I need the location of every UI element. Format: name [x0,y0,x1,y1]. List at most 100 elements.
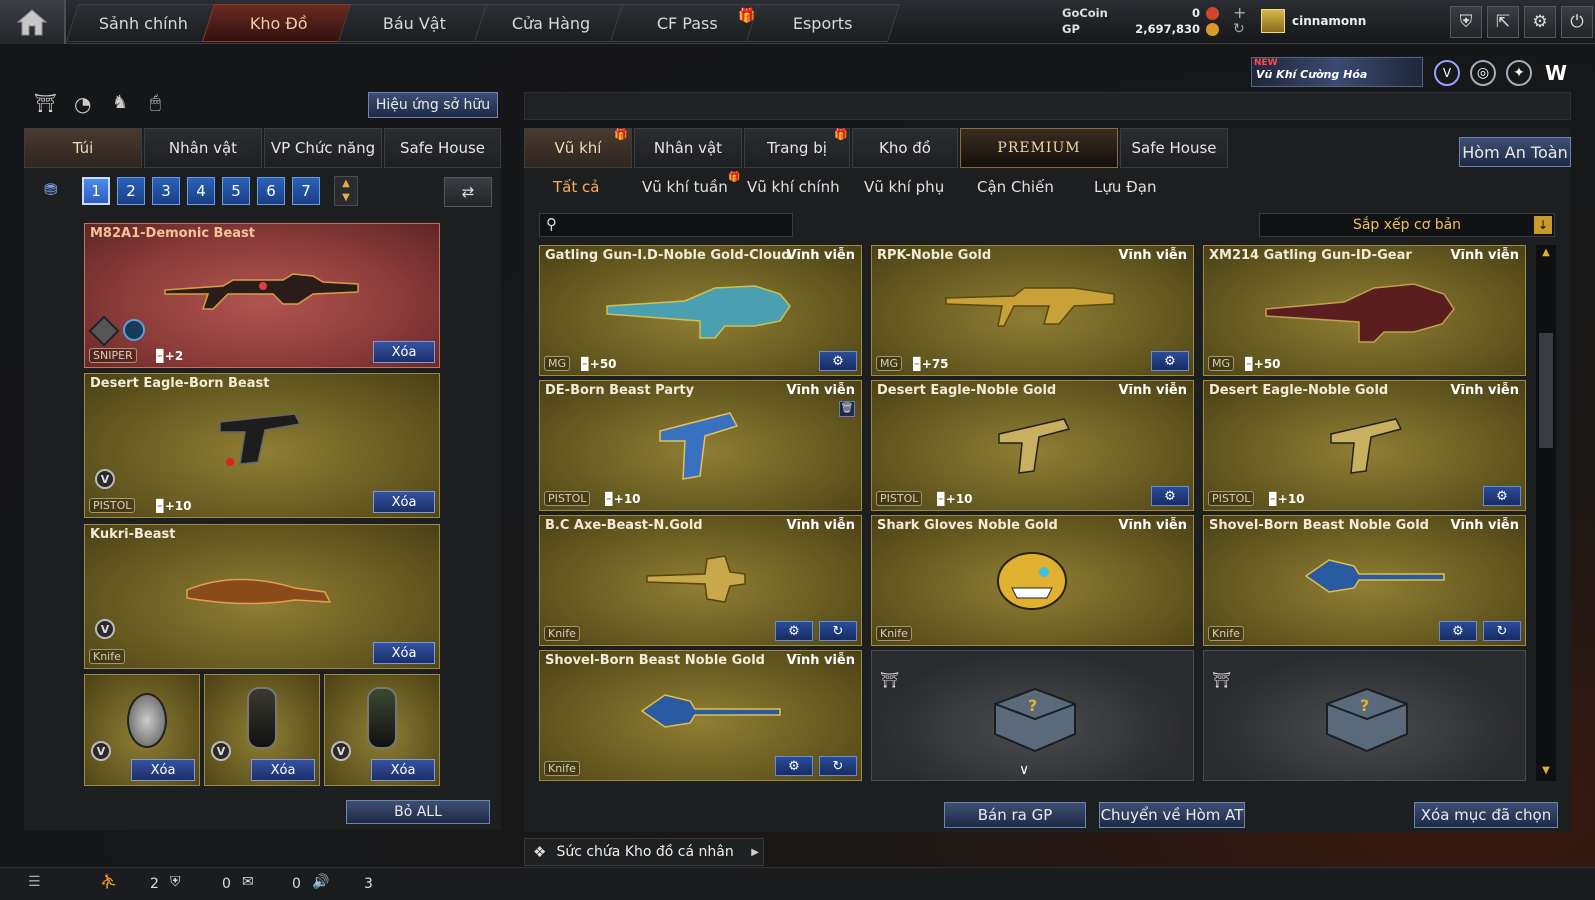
page-button-2[interactable]: 2 [117,177,145,205]
item-card[interactable]: XM214 Gatling Gun-ID-Gear Vĩnh viễn MG 🁢… [1203,245,1526,376]
item-card[interactable]: B.C Axe-Beast-N.Gold Vĩnh viễn Knife ⚙ ↻ [539,515,862,646]
transfer-loadout-button[interactable]: ⇄ [444,177,492,207]
delete-button[interactable]: Xóa [131,759,195,781]
delete-button[interactable]: Xóa [373,642,435,664]
delete-button[interactable]: Xóa [371,759,435,781]
delete-button[interactable]: Xóa [373,491,435,513]
enhance-button[interactable]: ⚙ [775,756,813,776]
nav-tab-inventory[interactable]: Kho Đồ [201,4,357,42]
page-button-1[interactable]: 1 [82,177,110,205]
sort-dropdown[interactable]: Sắp xếp cơ bản ↓ [1259,213,1555,237]
tab-storage[interactable]: Kho đồ [852,128,958,168]
gift-box-icon[interactable]: ⛩ [34,93,57,115]
page-button-6[interactable]: 6 [257,177,285,205]
clan-icon[interactable]: ⛨ [170,874,181,890]
tab-safe-house-left[interactable]: Safe House [384,128,501,168]
scroll-down-icon[interactable]: ▼ [1538,765,1554,779]
loadout-slot-grenade-1[interactable]: V Xóa [84,674,200,786]
reset-button[interactable]: ↻ [819,621,857,641]
avatar[interactable] [1261,9,1285,33]
item-card[interactable]: RPK-Noble Gold Vĩnh viễn MG 🁢+75 ⚙ [871,245,1194,376]
enhance-button[interactable]: ⚙ [1151,351,1189,371]
trash-icon[interactable]: 🗑 [839,401,855,417]
scrollbar-thumb[interactable] [1539,333,1553,448]
nav-tab-shop[interactable]: Cửa Hàng [473,4,629,42]
page-button-5[interactable]: 5 [222,177,250,205]
character-icon[interactable]: ♞ [112,92,136,116]
mouse-icon[interactable]: 🖱 [150,92,174,116]
search-input[interactable]: ⚲ [539,213,793,237]
mystery-box-card[interactable]: ⛩ ? ∨ [871,650,1194,781]
safe-box-button[interactable]: Hòm An Toàn [1459,137,1571,167]
loadout-slot-melee[interactable]: Kukri-Beast V Knife Xóa [84,524,440,669]
speaker-icon[interactable]: 🔊 [312,874,329,890]
settings-button[interactable]: ⚙ [1524,6,1556,38]
subtab-melee[interactable]: Cận Chiến [977,178,1054,196]
item-card[interactable]: Gatling Gun-I.D-Noble Gold-Cloud Vĩnh vi… [539,245,862,376]
loadout-slot-grenade-3[interactable]: V Xóa [324,674,440,786]
add-currency-icon[interactable]: + [1233,3,1246,22]
exit-room-button[interactable]: ⇱ [1487,6,1519,38]
nav-tab-lobby[interactable]: Sảnh chính [65,4,221,42]
item-card[interactable]: Desert Eagle-Noble Gold Vĩnh viễn PISTOL… [1203,380,1526,511]
power-button[interactable]: ⏻ [1561,6,1593,38]
refresh-icon[interactable]: ↻ [1233,21,1245,37]
vip-icon[interactable]: V [1434,60,1460,86]
item-card[interactable]: Desert Eagle-Noble Gold Vĩnh viễn PISTOL… [871,380,1194,511]
tab-character[interactable]: Nhân vật [144,128,262,168]
enhance-button[interactable]: ⚙ [819,351,857,371]
tab-vp-function[interactable]: VP Chức năng [264,128,382,168]
item-duration: Vĩnh viễn [1118,248,1187,263]
nav-tab-treasure[interactable]: Báu Vật [337,4,493,42]
delete-button[interactable]: Xóa [373,341,435,363]
delete-selected-button[interactable]: Xóa mục đã chọn [1414,802,1558,828]
reset-button[interactable]: ↻ [1483,621,1521,641]
compass-icon[interactable]: ✦ [1506,60,1532,86]
loadout-slot-grenade-2[interactable]: V Xóa [204,674,320,786]
tab-bag[interactable]: Túi [24,128,142,168]
scroll-up-icon[interactable]: ▲ [1538,247,1554,261]
capacity-bar[interactable]: ❖ Sức chứa Kho đồ cá nhân ▶ [524,838,764,866]
menu-list-icon[interactable]: ☰ [28,874,41,890]
loadout-slot-secondary[interactable]: Desert Eagle-Born Beast V PISTOL 🁢+10 Xó… [84,373,440,518]
tab-safe-house-right[interactable]: Safe House [1120,128,1228,168]
mystery-box-card[interactable]: ⛩ ? [1203,650,1526,781]
enhance-button[interactable]: ⚙ [1151,486,1189,506]
tab-characters[interactable]: Nhân vật [634,128,742,168]
page-button-4[interactable]: 4 [187,177,215,205]
item-card[interactable]: Shovel-Born Beast Noble Gold Vĩnh viễn K… [539,650,862,781]
enhance-button[interactable]: ⚙ [775,621,813,641]
page-button-3[interactable]: 3 [152,177,180,205]
chevron-down-icon[interactable]: ∨ [1019,762,1029,778]
subtab-weekly-weapons[interactable]: Vũ khí tuần [642,178,728,196]
friends-icon[interactable]: ⛹ [100,874,117,890]
item-card[interactable]: Shark Gloves Noble Gold Vĩnh viễn Knife [871,515,1194,646]
subtab-secondary-weapons[interactable]: Vũ khí phụ [864,178,944,196]
target-icon[interactable]: ◎ [1470,60,1496,86]
tab-premium[interactable]: PREMIUM [960,128,1118,168]
page-button-7[interactable]: 7 [292,177,320,205]
home-button[interactable] [0,0,66,44]
enhance-button[interactable]: ⚙ [1483,486,1521,506]
scrollbar[interactable]: ▲ ▼ [1536,245,1556,781]
remove-all-button[interactable]: Bỏ ALL [346,800,490,824]
enhance-button[interactable]: ⚙ [1439,621,1477,641]
page-scroll-arrows[interactable]: ▲ ▼ [334,176,358,206]
item-card[interactable]: DE-Born Beast Party Vĩnh viễn 🗑 PISTOL 🁢… [539,380,862,511]
history-icon[interactable]: ◔ [74,92,98,116]
subtab-grenades[interactable]: Lựu Đạn [1094,178,1156,196]
sell-for-gp-button[interactable]: Bán ra GP [944,802,1086,828]
transfer-to-safe-button[interactable]: Chuyển về Hòm AT [1099,802,1245,828]
owned-effects-button[interactable]: Hiệu ứng sở hữu [368,92,498,118]
reset-button[interactable]: ↻ [819,756,857,776]
subtab-primary-weapons[interactable]: Vũ khí chính [747,178,840,196]
chat-icon[interactable]: ✉ [242,874,254,890]
clan-shield-button[interactable]: ⛨ [1450,6,1482,38]
nav-tab-esports[interactable]: Esports [745,4,901,42]
delete-button[interactable]: Xóa [251,759,315,781]
item-card[interactable]: Shovel-Born Beast Noble Gold Vĩnh viễn K… [1203,515,1526,646]
subtab-all[interactable]: Tất cả [553,178,599,196]
w-logo-icon[interactable]: W [1542,60,1570,86]
loadout-slot-primary[interactable]: M82A1-Demonic Beast SNIPER 🁢+2 Xóa [84,223,440,368]
promo-banner[interactable]: NEW Vũ Khí Cường Hóa [1251,57,1423,87]
